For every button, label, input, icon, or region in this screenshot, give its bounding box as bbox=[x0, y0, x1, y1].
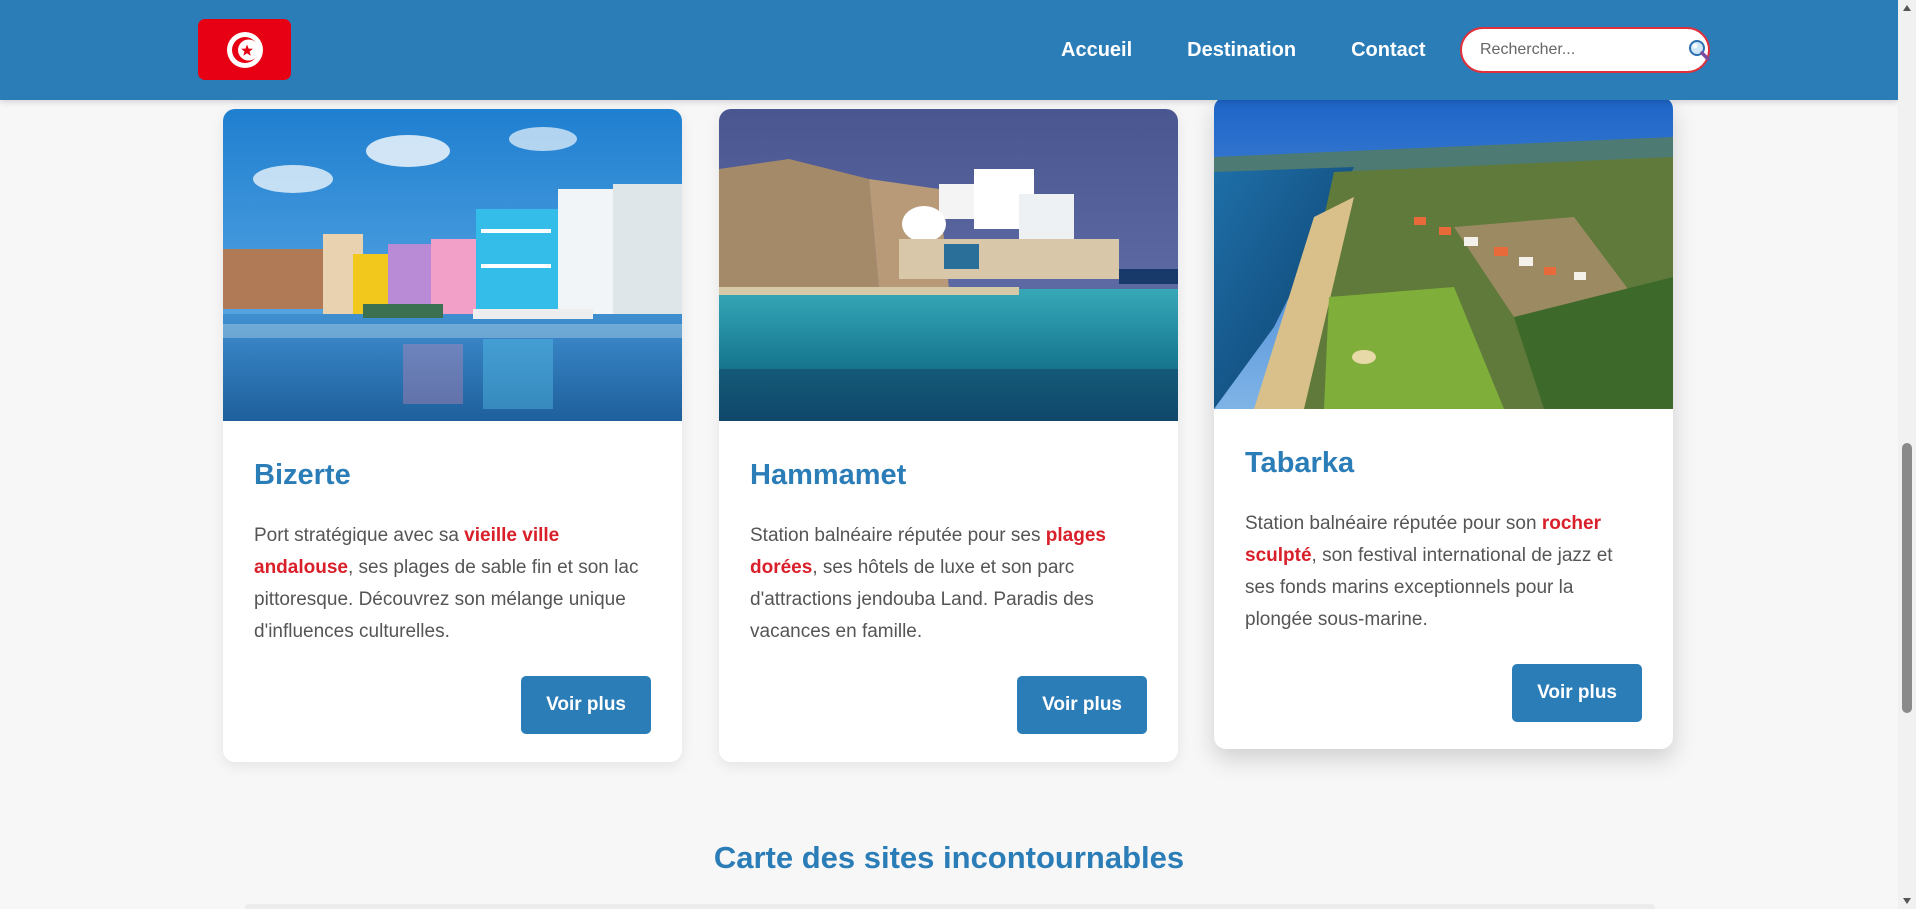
scroll-up-arrow-icon[interactable] bbox=[1898, 0, 1916, 16]
tunisia-flag-logo[interactable] bbox=[198, 19, 291, 80]
map-container bbox=[245, 904, 1655, 909]
nav-contact[interactable]: Contact bbox=[1351, 39, 1425, 62]
nav-accueil[interactable]: Accueil bbox=[1061, 39, 1132, 62]
description-text: Station balnéaire réputée pour son bbox=[1245, 513, 1542, 534]
card-body: Tabarka Station balnéaire réputée pour s… bbox=[1214, 409, 1673, 749]
description-text: Station balnéaire réputée pour ses bbox=[750, 525, 1046, 546]
tabarka-photo bbox=[1214, 97, 1673, 409]
card-actions: Voir plus bbox=[750, 676, 1147, 734]
search-icon[interactable] bbox=[1687, 37, 1711, 63]
card-actions: Voir plus bbox=[1245, 664, 1642, 722]
page: Accueil Destination Contact Rechercher..… bbox=[0, 0, 1898, 909]
destination-card-hammamet: Hammamet Station balnéaire réputée pour … bbox=[719, 109, 1178, 762]
destination-card-bizerte: Bizerte Port stratégique avec sa vieille… bbox=[223, 109, 682, 762]
card-title: Bizerte bbox=[254, 459, 351, 491]
voir-plus-button[interactable]: Voir plus bbox=[1512, 664, 1642, 722]
site-header: Accueil Destination Contact bbox=[0, 0, 1898, 100]
description-text: Port stratégique avec sa bbox=[254, 525, 465, 546]
crescent-star-icon bbox=[226, 31, 263, 68]
main-nav: Accueil Destination Contact bbox=[1061, 0, 1481, 100]
card-title: Tabarka bbox=[1245, 447, 1355, 479]
nav-destination[interactable]: Destination bbox=[1187, 39, 1296, 62]
bizerte-photo bbox=[223, 109, 682, 421]
card-description: Station balnéaire réputée pour son roche… bbox=[1245, 508, 1642, 636]
search-box bbox=[1460, 27, 1710, 73]
voir-plus-button[interactable]: Voir plus bbox=[521, 676, 651, 734]
card-description: Port stratégique avec sa vieille ville a… bbox=[254, 520, 651, 648]
destination-card-tabarka: Tabarka Station balnéaire réputée pour s… bbox=[1214, 97, 1673, 749]
card-body: Hammamet Station balnéaire réputée pour … bbox=[719, 421, 1178, 762]
search-input[interactable] bbox=[1480, 41, 1687, 59]
card-actions: Voir plus bbox=[254, 676, 651, 734]
scroll-down-arrow-icon[interactable] bbox=[1898, 893, 1916, 909]
page-scrollbar[interactable] bbox=[1898, 0, 1916, 909]
hammamet-photo bbox=[719, 109, 1178, 421]
card-title: Hammamet bbox=[750, 459, 907, 491]
card-description: Station balnéaire réputée pour ses plage… bbox=[750, 520, 1147, 648]
voir-plus-button[interactable]: Voir plus bbox=[1017, 676, 1147, 734]
scrollbar-thumb[interactable] bbox=[1902, 443, 1912, 713]
card-body: Bizerte Port stratégique avec sa vieille… bbox=[223, 421, 682, 762]
map-section-title: Carte des sites incontournables bbox=[713, 840, 1185, 875]
